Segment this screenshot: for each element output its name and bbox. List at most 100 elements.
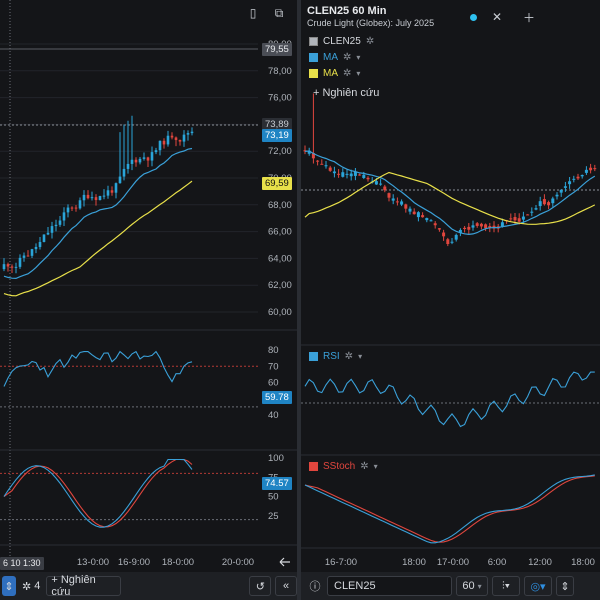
info-icon[interactable]: ⓘ [305, 576, 325, 596]
collapse-left-icon[interactable]: « [275, 576, 297, 596]
legend-item-ma-long[interactable]: MA ✲ ▾ [309, 68, 360, 79]
right-chart-panel[interactable]: 16-7:00 18:00 17-0:00 6:00 12:00 18:00 CLEN25… [301, 0, 600, 572]
candle-body [580, 175, 584, 177]
gear-icon[interactable]: ✲ [343, 68, 351, 79]
left-chart-panel[interactable]: 80,0078,0076,0074,0072,0070,0068,0066,00… [0, 0, 297, 572]
candle-body [2, 264, 6, 270]
candle-body [186, 133, 190, 135]
candle-body [374, 181, 378, 185]
legend-item-price[interactable]: CLEN25 ✲ [309, 36, 374, 47]
time-axis-label: 16-9:00 [118, 557, 150, 568]
candle-body [166, 135, 170, 145]
ma-long-line [304, 171, 596, 225]
candle-body [383, 186, 387, 191]
add-research-button[interactable]: + Nghiên cứu [46, 574, 122, 598]
candle-body [362, 174, 366, 178]
candle-body [534, 208, 538, 210]
legend-item-ma-short[interactable]: MA ✲ ▾ [309, 52, 360, 63]
rsi-line [304, 371, 595, 428]
interval-select[interactable]: 60 ▾ [456, 576, 488, 596]
chevron-down-icon: ▾ [477, 581, 482, 591]
left-panel-controls: ▯ ⧉ [245, 6, 287, 21]
candle-body [593, 168, 597, 170]
indicator-count-button[interactable]: ✲ 4 [22, 580, 40, 593]
chevron-down-icon[interactable]: ▾ [374, 462, 378, 471]
candle-body [446, 239, 450, 245]
right-chart-canvas[interactable]: 16-7:00 18:00 17-0:00 6:00 12:00 18:00 [301, 0, 600, 572]
close-icon[interactable]: ✕ [489, 10, 505, 24]
time-axis-label: 17-0:00 [437, 557, 469, 568]
candle-body [412, 211, 416, 215]
candle-body [484, 224, 488, 229]
ma-long-line [3, 180, 193, 297]
expand-icon[interactable]: ⇕ [556, 576, 574, 596]
legend-swatch [309, 69, 318, 78]
swap-icon[interactable]: ⇕ [2, 576, 16, 596]
candle-body [34, 246, 38, 250]
chart-type-icon[interactable]: ⫶▾ [492, 576, 520, 596]
candle-body [349, 173, 353, 177]
candle-body [463, 227, 467, 230]
legend-label: MA [323, 68, 338, 79]
candle-body [86, 194, 90, 199]
time-axis-label: 12:00 [528, 557, 552, 568]
chart-subtitle: Crude Light (Globex): July 2025 [307, 18, 435, 28]
rsi-legend[interactable]: RSI ✲ ▾ [309, 351, 362, 362]
candle-body [421, 215, 425, 218]
stoch-tick-label: 25 [268, 511, 279, 522]
candle-body [146, 157, 150, 161]
price-tick-label: 76,00 [268, 93, 292, 104]
gear-icon[interactable]: ✲ [343, 52, 351, 63]
ma-short-line [304, 150, 596, 236]
candle-body [467, 226, 471, 230]
candle-body [26, 255, 30, 257]
candle-body [345, 173, 349, 175]
candle-body [471, 225, 475, 228]
interval-value: 60 [462, 580, 475, 592]
symbol-input[interactable]: CLEN25 [327, 576, 452, 596]
candle-body [475, 223, 479, 226]
candle-body [170, 135, 174, 138]
cursor-time-label: 6 10 1:30 [0, 557, 44, 570]
candle-body [547, 202, 551, 206]
candle-body [118, 176, 122, 184]
gear-icon: ✲ [22, 580, 32, 593]
candle-body [551, 198, 555, 204]
candle-body [530, 211, 534, 213]
candle-body [82, 194, 86, 201]
maximize-icon[interactable]: ⧉ [271, 6, 287, 20]
rsi-tick-label: 80 [268, 345, 279, 356]
candle-body [182, 134, 186, 142]
legend-label: MA [323, 52, 338, 63]
candle-body [538, 201, 542, 207]
rsi-tick-label: 60 [268, 378, 279, 389]
left-stoch-value-tag: 74.57 [262, 477, 292, 490]
add-tab-icon[interactable]: ＋ [521, 10, 537, 25]
chevron-down-icon[interactable]: ▾ [356, 53, 360, 62]
stoch-legend[interactable]: SStoch ✲ ▾ [309, 461, 378, 472]
gear-icon[interactable]: ✲ [366, 36, 374, 47]
undo-icon[interactable]: ↺ [249, 576, 272, 596]
rsi-tick-label: 70 [268, 361, 279, 372]
hide-icon[interactable]: ◎▾ [524, 576, 552, 596]
add-research-button[interactable]: + Nghiên cứu [313, 87, 379, 99]
chevron-down-icon[interactable]: ▾ [358, 352, 362, 361]
candle-body [22, 255, 26, 258]
candle-body [122, 168, 126, 177]
candle-body [42, 234, 46, 242]
candle-body [387, 193, 391, 198]
candle-body [320, 163, 324, 165]
candle-body [70, 207, 74, 209]
layout-icon[interactable]: ▯ [245, 6, 261, 20]
gear-icon[interactable]: ✲ [345, 351, 353, 362]
legend-swatch [309, 53, 318, 62]
candle-body [62, 212, 66, 221]
price-tick-label: 66,00 [268, 227, 292, 238]
candle-body [178, 140, 182, 142]
candle-body [190, 131, 194, 134]
candle-body [6, 264, 10, 267]
left-chart-canvas[interactable]: 80,0078,0076,0074,0072,0070,0068,0066,00… [0, 0, 297, 572]
chevron-down-icon[interactable]: ▾ [356, 69, 360, 78]
candle-body [138, 158, 142, 163]
gear-icon[interactable]: ✲ [360, 461, 368, 472]
